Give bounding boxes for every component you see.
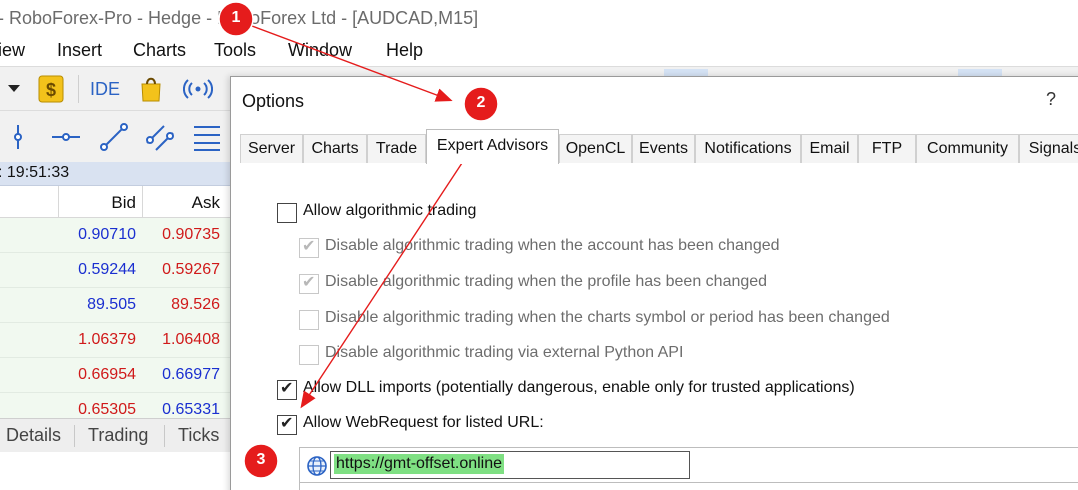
tab-ftp[interactable]: FTP [858, 134, 916, 163]
fibonacci-lines-icon[interactable] [192, 123, 222, 151]
vertical-line-icon[interactable] [8, 123, 28, 151]
annotation-number-1: 1 [231, 9, 241, 26]
ask-price: 0.90735 [162, 226, 220, 243]
label-disable-on-symbol-change: Disable algorithmic trading when the cha… [325, 309, 890, 326]
label-allow-algo-trading: Allow algorithmic trading [303, 202, 477, 219]
column-ask[interactable]: Ask [140, 193, 220, 213]
tab-trade[interactable]: Trade [367, 134, 426, 163]
bid-price: 0.66954 [78, 366, 136, 383]
tab-ticks[interactable]: Ticks [178, 425, 219, 446]
svg-text:$: $ [46, 80, 56, 100]
menu-help[interactable]: Help [386, 40, 423, 61]
checkbox-allow-dll-imports[interactable]: ✔ [277, 380, 297, 400]
bid-price: 0.59244 [78, 261, 136, 278]
menu-view[interactable]: iew [0, 40, 25, 61]
market-watch-panel: : 19:51:33 Bid Ask 0.90710 0.90735 0.59244… [0, 162, 230, 490]
title-bar: - RoboForex-Pro - Hedge - RoboForex Ltd … [0, 0, 1078, 36]
tab-community[interactable]: Community [916, 134, 1019, 163]
dollar-icon[interactable]: $ [38, 75, 64, 103]
url-input[interactable]: https://gmt-offset.online [330, 451, 690, 479]
bid-price: 0.65305 [78, 401, 136, 418]
panel-footer [0, 452, 230, 490]
dropdown-arrow-icon[interactable] [8, 85, 20, 93]
label-disable-on-account-change: Disable algorithmic trading when the acc… [325, 237, 780, 254]
quote-row[interactable]: 0.66954 0.66977 [0, 358, 230, 393]
globe-icon [307, 456, 327, 476]
quote-row[interactable]: 0.90710 0.90735 [0, 218, 230, 253]
help-button[interactable]: ? [1046, 89, 1056, 110]
label-allow-webrequest: Allow WebRequest for listed URL: [303, 414, 544, 431]
signal-broadcast-icon[interactable] [183, 77, 213, 101]
ask-price: 89.526 [171, 296, 220, 313]
market-watch-columns: Bid Ask [0, 186, 230, 218]
checkbox-disable-on-profile-change[interactable]: ✔ [299, 274, 319, 294]
menu-tools[interactable]: Tools [214, 40, 256, 61]
url-list-next-row[interactable] [299, 483, 1078, 490]
tab-notifications[interactable]: Notifications [695, 134, 801, 163]
tab-opencl[interactable]: OpenCL [559, 134, 632, 163]
bid-price: 89.505 [87, 296, 136, 313]
bid-price: 1.06379 [78, 331, 136, 348]
annotation-number-3: 3 [256, 451, 266, 468]
checkbox-disable-on-symbol-change[interactable] [299, 310, 319, 330]
ask-price: 1.06408 [162, 331, 220, 348]
label-disable-on-profile-change: Disable algorithmic trading when the pro… [325, 273, 768, 290]
market-watch-tabs: Details Trading Ticks [0, 418, 230, 452]
options-tabs: Server Charts Trade Expert Advisors Open… [240, 129, 1078, 164]
tab-charts[interactable]: Charts [303, 134, 367, 163]
server-time: : 19:51:33 [0, 164, 70, 181]
tab-details[interactable]: Details [6, 425, 61, 446]
dialog-title: Options [242, 91, 305, 111]
toolbar-separator [78, 75, 79, 103]
label-allow-dll-imports: Allow DLL imports (potentially dangerous… [303, 379, 855, 396]
drawing-toolbar [0, 110, 230, 162]
trend-line-icon[interactable] [98, 121, 130, 153]
tab-signals[interactable]: Signals [1019, 134, 1078, 163]
ask-price: 0.66977 [162, 366, 220, 383]
checkbox-disable-on-account-change[interactable]: ✔ [299, 238, 319, 258]
tab-separator [164, 425, 165, 447]
options-dialog: Options ? Server Charts Trade Expert Adv… [230, 76, 1078, 490]
menu-insert[interactable]: Insert [57, 40, 102, 61]
column-bid[interactable]: Bid [56, 193, 136, 213]
ide-button[interactable]: IDE [90, 79, 120, 100]
tab-expert-advisors[interactable]: Expert Advisors [426, 129, 559, 164]
market-bag-icon[interactable] [138, 75, 164, 103]
horizontal-line-icon[interactable] [50, 123, 82, 151]
checkbox-allow-webrequest[interactable]: ✔ [277, 415, 297, 435]
market-watch-header: : 19:51:33 [0, 162, 230, 186]
quote-row[interactable]: 89.505 89.526 [0, 288, 230, 323]
tab-separator [74, 425, 75, 447]
quote-row[interactable]: 0.59244 0.59267 [0, 253, 230, 288]
tab-events[interactable]: Events [632, 134, 695, 163]
menu-bar: iew Insert Charts Tools Window Help [0, 36, 1078, 66]
label-disable-python-api: Disable algorithmic trading via external… [325, 344, 684, 361]
ask-price: 0.65331 [162, 401, 220, 418]
equidistant-channel-icon[interactable] [144, 121, 176, 153]
annotation-number-2: 2 [476, 94, 486, 111]
menu-charts[interactable]: Charts [133, 40, 186, 61]
checkbox-allow-algo-trading[interactable] [277, 203, 297, 223]
ask-price: 0.59267 [162, 261, 220, 278]
url-value: https://gmt-offset.online [334, 454, 505, 474]
tab-server[interactable]: Server [240, 134, 303, 163]
tab-email[interactable]: Email [801, 134, 858, 163]
tab-trading[interactable]: Trading [88, 425, 148, 446]
checkbox-disable-python-api[interactable] [299, 345, 319, 365]
bid-price: 0.90710 [78, 226, 136, 243]
quote-row[interactable]: 1.06379 1.06408 [0, 323, 230, 358]
url-list: https://gmt-offset.online [299, 447, 1078, 483]
menu-window[interactable]: Window [288, 40, 352, 61]
